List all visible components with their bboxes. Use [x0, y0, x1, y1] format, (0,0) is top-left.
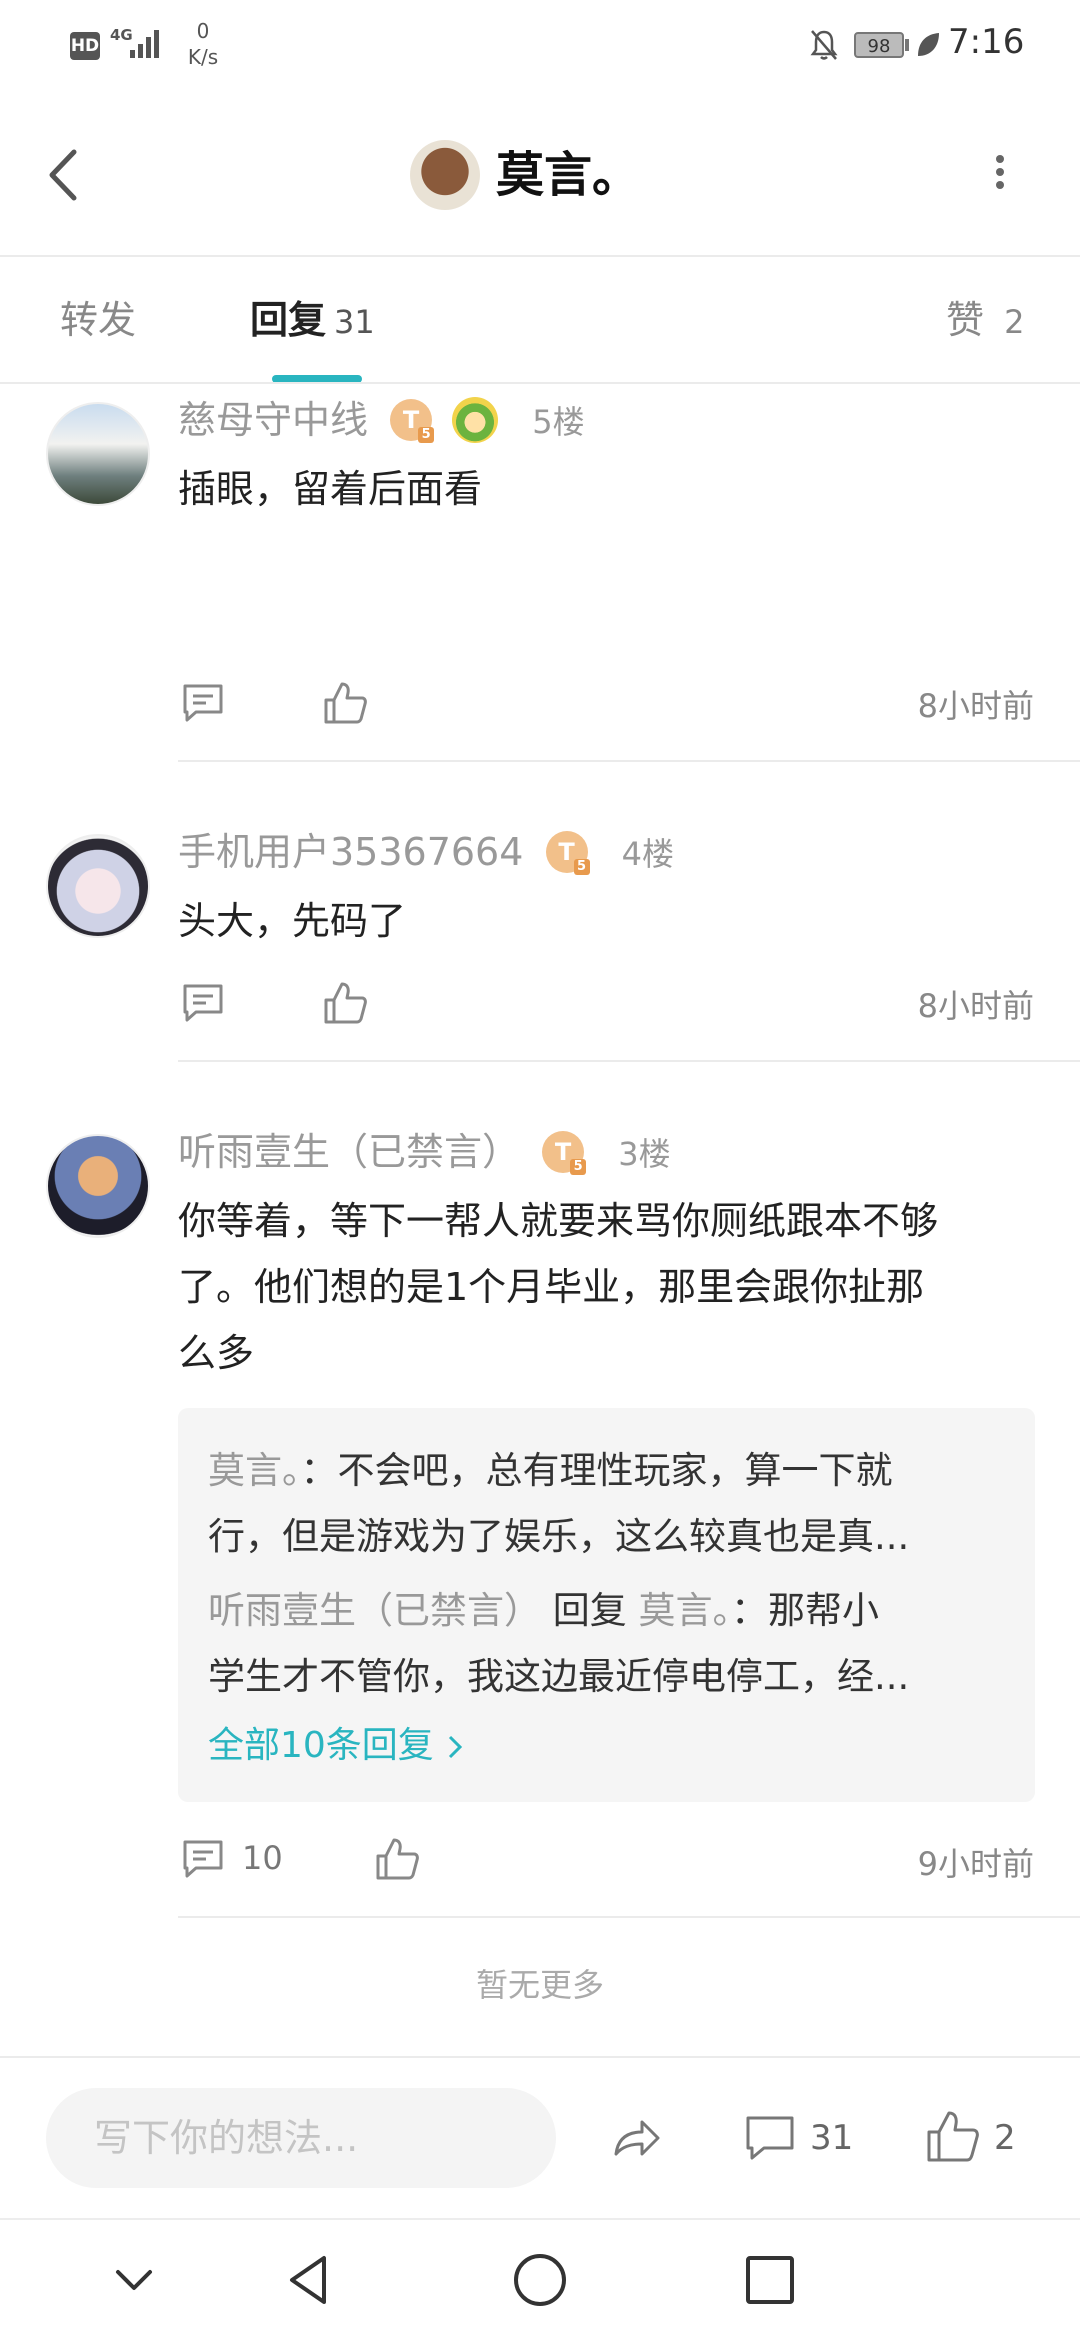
comment-icon[interactable]	[180, 980, 226, 1026]
signal-icon	[130, 30, 159, 58]
level-badge: T5	[542, 1130, 587, 1175]
comment-time: 9小时前	[917, 1845, 1034, 1883]
bottom-bar-divider	[0, 2056, 1080, 2058]
reply-author[interactable]: 听雨壹生（已禁言）	[208, 1589, 541, 1632]
reply-target[interactable]: 莫言。	[639, 1589, 732, 1632]
thumbs-up-icon[interactable]	[322, 680, 368, 726]
thumbs-up-icon[interactable]	[374, 1836, 420, 1882]
battery-tip	[905, 39, 909, 51]
avatar[interactable]	[46, 402, 150, 506]
floor-number: 5楼	[532, 403, 585, 441]
comment-icon[interactable]	[180, 1836, 226, 1882]
header-divider	[0, 255, 1080, 257]
sticker-icon	[452, 396, 499, 443]
comment-content: 你等着，等下一帮人就要来骂你厕纸跟本不够 了。他们想的是1个月毕业，那里会跟你扯…	[178, 1188, 1038, 1386]
tab-like-count: 2	[1004, 303, 1025, 341]
page-title: 莫言。	[496, 147, 641, 203]
comment-username[interactable]: 手机用户35367664 T5 4楼	[178, 824, 674, 880]
floor-number: 3楼	[618, 1135, 671, 1173]
comment-icon[interactable]	[742, 2110, 798, 2166]
comment-count: 31	[810, 2118, 854, 2158]
tab-like-label: 赞	[946, 298, 985, 342]
tabs-divider	[0, 382, 1080, 384]
mute-bell-icon	[810, 30, 838, 60]
circle-home-icon[interactable]	[510, 2250, 570, 2310]
all-replies-link[interactable]: 全部10条回复	[208, 1713, 465, 1779]
reply-line: 学生才不管你，我这边最近停电停工，经...	[208, 1655, 910, 1698]
more-vertical-icon[interactable]	[985, 150, 1015, 200]
level-badge: T5	[545, 830, 590, 875]
reply-line: 听雨壹生（已禁言） 回复 莫言。：那帮小	[208, 1589, 880, 1632]
tab-reply-count: 31	[334, 303, 375, 341]
username-text: 手机用户35367664	[178, 830, 524, 874]
thumbs-up-icon[interactable]	[924, 2108, 980, 2164]
author-avatar[interactable]	[410, 140, 480, 210]
comment-icon[interactable]	[180, 680, 226, 726]
avatar[interactable]	[46, 1134, 150, 1238]
network-speed: 0 K/s	[178, 18, 228, 70]
reply-line: 莫言。：不会吧，总有理性玩家，算一下就	[208, 1449, 893, 1492]
floor-number: 4楼	[621, 835, 674, 873]
reply-author[interactable]: 莫言。	[208, 1449, 301, 1492]
speed-unit: K/s	[187, 45, 219, 69]
chevron-right-icon	[449, 1735, 463, 1759]
no-more-text: 暂无更多	[475, 1966, 604, 2004]
status-bar: HD 4G 0 K/s 98 7:16	[0, 0, 1080, 90]
comment-input[interactable]: 写下你的想法...	[46, 2088, 556, 2188]
comment-divider	[178, 1916, 1080, 1918]
share-icon[interactable]	[608, 2110, 664, 2166]
reply-line: 行，但是游戏为了娱乐，这么较真也是真...	[208, 1515, 910, 1558]
leaf-icon	[918, 33, 939, 56]
comment-time: 8小时前	[917, 987, 1034, 1025]
comment-time: 8小时前	[917, 687, 1034, 725]
speed-value: 0	[196, 19, 210, 43]
username-text: 听雨壹生（已禁言）	[178, 1130, 521, 1174]
comment-divider	[178, 760, 1080, 762]
square-recent-icon[interactable]	[740, 2250, 800, 2310]
comment-username[interactable]: 慈母守中线 T5 5楼	[178, 392, 585, 448]
tab-reply-label: 回复	[250, 298, 327, 342]
tab-reply[interactable]: 回复 31	[250, 290, 375, 350]
content-line: 你等着，等下一帮人就要来骂你厕纸跟本不够	[178, 1199, 939, 1243]
chevron-down-icon[interactable]	[104, 2250, 164, 2310]
back-button[interactable]	[40, 140, 90, 210]
tab-forward[interactable]: 转发	[60, 290, 136, 350]
battery-level: 98	[854, 32, 904, 58]
triangle-back-icon[interactable]	[280, 2250, 340, 2310]
tab-like[interactable]: 赞 2	[946, 290, 1024, 350]
level-badge: T5	[390, 398, 435, 443]
comment-content: 头大，先码了	[178, 899, 407, 943]
content-line: 么多	[178, 1331, 255, 1375]
thumbs-up-icon[interactable]	[322, 980, 368, 1026]
comment-content: 插眼，留着后面看	[178, 467, 483, 511]
like-count: 2	[994, 2118, 1016, 2158]
content-line: 了。他们想的是1个月毕业，那里会跟你扯那	[178, 1265, 925, 1309]
avatar[interactable]	[46, 834, 150, 938]
hd-badge: HD	[70, 32, 100, 60]
reply-count: 10	[242, 1839, 283, 1877]
username-text: 慈母守中线	[178, 398, 369, 442]
comment-username[interactable]: 听雨壹生（已禁言） T5 3楼	[178, 1124, 671, 1180]
clock: 7:16	[948, 22, 1025, 62]
comment-divider	[178, 1060, 1080, 1062]
